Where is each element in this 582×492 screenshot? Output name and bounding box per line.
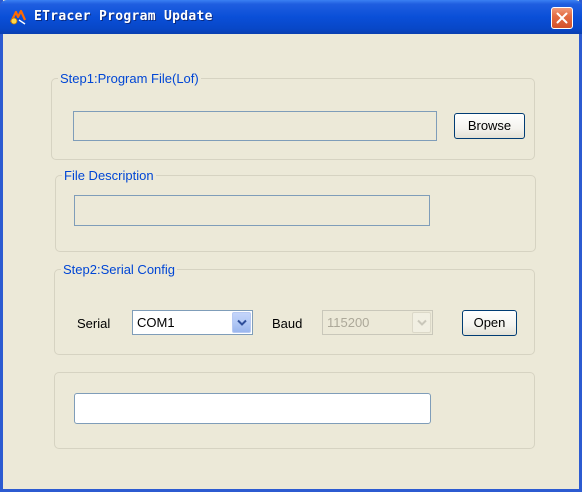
close-button[interactable] — [551, 7, 573, 29]
title-bar[interactable]: ETracer Program Update — [0, 0, 582, 34]
file-description-field[interactable] — [74, 195, 430, 226]
serial-port-value: COM1 — [137, 315, 175, 330]
serial-config-legend: Step2:Serial Config — [61, 262, 178, 278]
browse-button[interactable]: Browse — [454, 113, 525, 139]
main-window: ETracer Program Update Step1:Program Fil… — [0, 0, 582, 492]
serial-label: Serial — [77, 316, 111, 331]
app-icon — [9, 8, 27, 26]
baud-rate-select[interactable]: 115200 — [322, 310, 433, 335]
close-icon — [556, 12, 568, 24]
progress-bar — [74, 393, 431, 424]
serial-port-select[interactable]: COM1 — [132, 310, 253, 335]
file-description-legend: File Description — [62, 168, 156, 184]
chevron-down-icon — [417, 319, 427, 326]
window-title: ETracer Program Update — [34, 9, 213, 24]
program-file-legend: Step1:Program File(Lof) — [58, 71, 201, 87]
baud-label: Baud — [272, 316, 303, 331]
program-file-path-field[interactable] — [73, 111, 437, 141]
open-button[interactable]: Open — [462, 310, 517, 336]
baud-dropdown-button[interactable] — [412, 312, 431, 333]
baud-rate-value: 115200 — [327, 315, 370, 330]
chevron-down-icon — [237, 319, 247, 326]
serial-dropdown-button[interactable] — [232, 312, 251, 333]
